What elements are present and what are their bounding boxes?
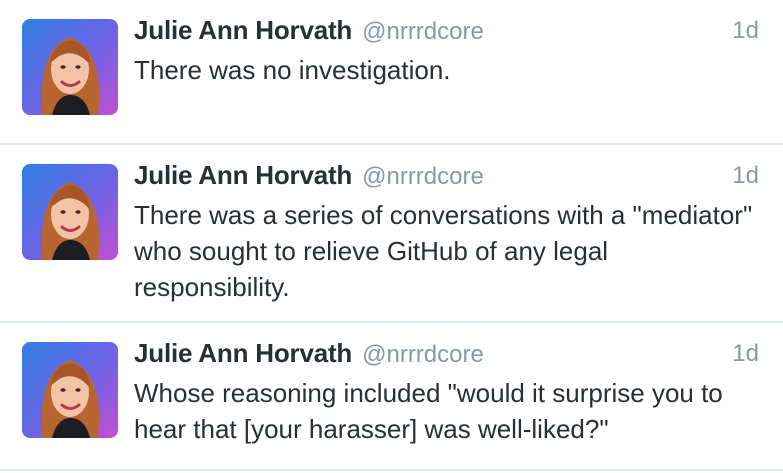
tweet-username[interactable]: @nrrrdcore xyxy=(362,341,484,368)
tweet-timestamp[interactable]: 1d xyxy=(732,340,759,368)
tweet-fullname[interactable]: Julie Ann Horvath xyxy=(134,15,352,45)
avatar-image-icon xyxy=(22,342,118,438)
tweet[interactable]: Julie Ann Horvath @nrrrdcore 1d Whose rea… xyxy=(0,323,783,471)
avatar[interactable] xyxy=(22,164,118,260)
tweet-username[interactable]: @nrrrdcore xyxy=(362,163,484,190)
tweet-fullname[interactable]: Julie Ann Horvath xyxy=(134,160,352,190)
tweet-fullname[interactable]: Julie Ann Horvath xyxy=(134,338,352,368)
avatar[interactable] xyxy=(22,342,118,438)
tweet-username[interactable]: @nrrrdcore xyxy=(362,18,484,45)
tweet-header: Julie Ann Horvath @nrrrdcore 1d xyxy=(134,15,759,49)
tweet-timeline: Julie Ann Horvath @nrrrdcore 1d There was… xyxy=(0,0,783,473)
avatar-image-icon xyxy=(22,19,118,115)
tweet[interactable]: Julie Ann Horvath @nrrrdcore 1d There was… xyxy=(0,0,783,145)
tweet-text: Whose reasoning included "would it surpr… xyxy=(134,378,723,444)
tweet-header: Julie Ann Horvath @nrrrdcore 1d xyxy=(134,338,759,372)
tweet[interactable]: Julie Ann Horvath @nrrrdcore 1d There was… xyxy=(0,145,783,323)
avatar[interactable] xyxy=(22,19,118,115)
tweet-timestamp[interactable]: 1d xyxy=(732,17,759,45)
tweet-timestamp[interactable]: 1d xyxy=(732,162,759,190)
tweet-text: There was a series of conversations with… xyxy=(134,200,753,302)
avatar-image-icon xyxy=(22,164,118,260)
tweet-text: There was no investigation. xyxy=(134,55,451,85)
tweet-header: Julie Ann Horvath @nrrrdcore 1d xyxy=(134,160,759,194)
